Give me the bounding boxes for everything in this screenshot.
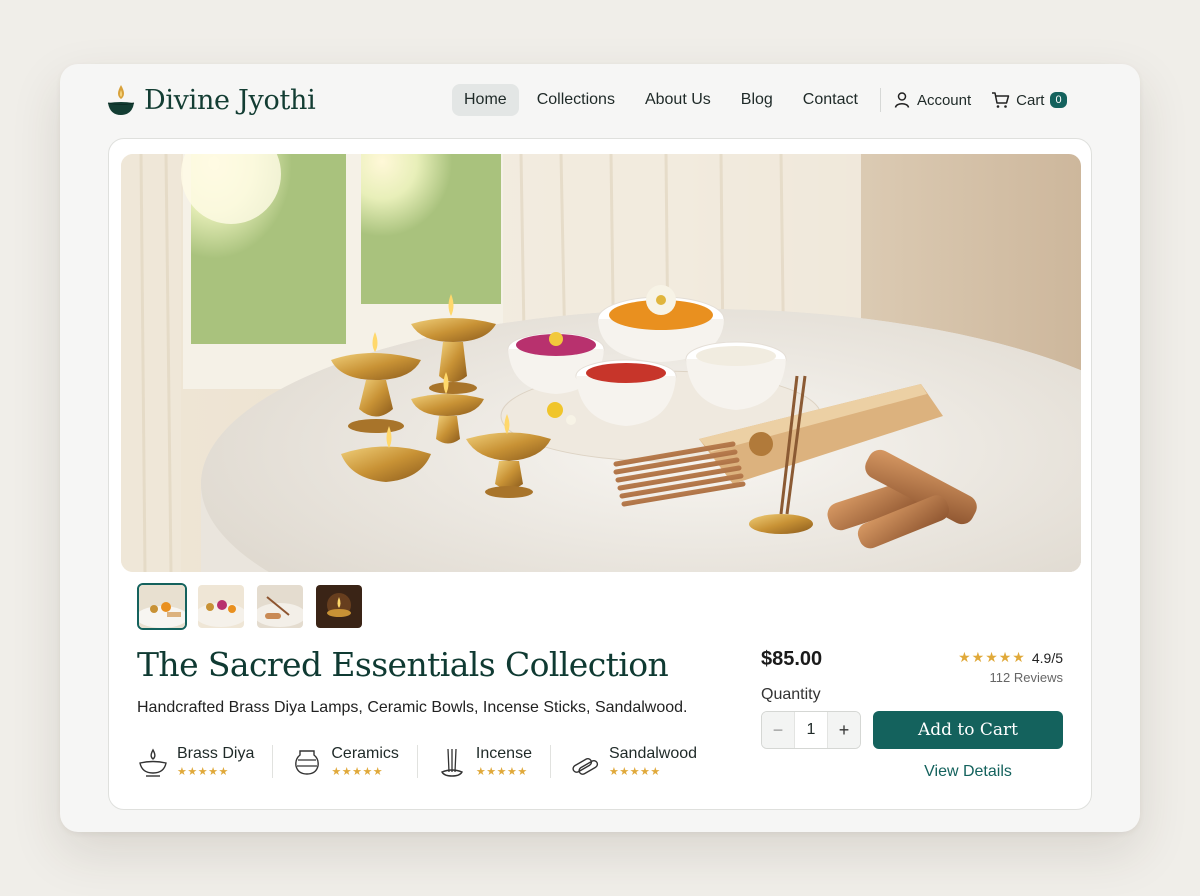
thumbnail-3-image <box>257 585 303 628</box>
thumbnail-1[interactable] <box>137 583 187 630</box>
feature-list: Brass Diya ★★★★★ Ceramics ★★★★★ Incense … <box>137 745 715 778</box>
nav-item-home[interactable]: Home <box>452 84 519 116</box>
main-nav: Home Collections About Us Blog Contact A… <box>452 83 1067 117</box>
brand-logo-link[interactable]: Divine Jyothi <box>106 80 316 120</box>
product-rating: ★★★★★ 4.9/5 112 Reviews <box>958 649 1063 685</box>
quantity-label: Quantity <box>761 686 821 703</box>
diya-lamp-icon <box>107 85 135 115</box>
diya-icon <box>139 748 167 777</box>
app-window: Divine Jyothi Home Collections About Us … <box>60 64 1140 832</box>
incense-icon <box>440 748 463 777</box>
product-price: $85.00 <box>761 648 823 670</box>
hero-image <box>121 154 1081 572</box>
thumbnail-2-image <box>198 585 244 628</box>
thumbnail-2[interactable] <box>196 583 246 630</box>
product-subtitle: Handcrafted Brass Diya Lamps, Ceramic Bo… <box>137 699 688 716</box>
quantity-decrease-button[interactable]: − <box>762 712 794 748</box>
cart-icon <box>992 92 1010 108</box>
review-count[interactable]: 112 Reviews <box>958 670 1063 685</box>
feature-item: Sandalwood ★★★★★ <box>549 745 715 778</box>
feature-item: Incense ★★★★★ <box>416 745 550 778</box>
pot-icon <box>295 749 320 775</box>
feature-stars: ★★★★★ <box>475 766 528 778</box>
quantity-stepper: − 1 + <box>761 711 861 749</box>
hero-product-photo <box>121 154 1081 572</box>
nav-item-collections[interactable]: Collections <box>525 84 627 116</box>
sandalwood-icon <box>572 757 599 775</box>
thumbnail-4-image <box>316 585 362 628</box>
thumbnail-4[interactable] <box>314 583 364 630</box>
cart-count-badge: 0 <box>1050 92 1067 108</box>
nav-item-about-us[interactable]: About Us <box>633 84 723 116</box>
feature-stars: ★★★★★ <box>331 766 384 778</box>
nav-item-blog[interactable]: Blog <box>729 84 785 116</box>
feature-item: Brass Diya ★★★★★ <box>137 745 272 778</box>
thumbnail-1-image <box>139 585 185 628</box>
feature-item: Ceramics ★★★★★ <box>272 745 417 778</box>
product-card: The Sacred Essentials Collection Handcra… <box>108 138 1092 810</box>
quantity-increase-button[interactable]: + <box>828 712 860 748</box>
feature-stars: ★★★★★ <box>177 766 229 778</box>
rating-stars: ★★★★★ <box>958 649 1026 665</box>
nav-divider <box>879 88 881 112</box>
brand-name: Divine Jyothi <box>144 84 316 116</box>
feature-name: Ceramics <box>331 745 399 762</box>
feature-name: Sandalwood <box>608 745 698 762</box>
account-label: Account <box>916 91 972 109</box>
nav-item-contact[interactable]: Contact <box>791 84 870 116</box>
view-details-link[interactable]: View Details <box>873 763 1063 781</box>
thumbnail-strip <box>137 583 364 630</box>
feature-stars: ★★★★★ <box>608 766 661 778</box>
product-title: The Sacred Essentials Collection <box>137 645 669 684</box>
add-to-cart-button[interactable]: Add to Cart <box>873 711 1063 749</box>
account-link[interactable]: Account <box>893 91 971 109</box>
quantity-value[interactable]: 1 <box>794 712 828 748</box>
cart-link[interactable]: Cart 0 <box>991 91 1067 109</box>
feature-name: Brass Diya <box>177 745 255 762</box>
cart-label: Cart <box>1016 91 1045 109</box>
user-icon <box>894 92 910 108</box>
thumbnail-3[interactable] <box>255 583 305 630</box>
feature-name: Incense <box>475 745 532 762</box>
rating-score: 4.9/5 <box>1031 649 1063 666</box>
